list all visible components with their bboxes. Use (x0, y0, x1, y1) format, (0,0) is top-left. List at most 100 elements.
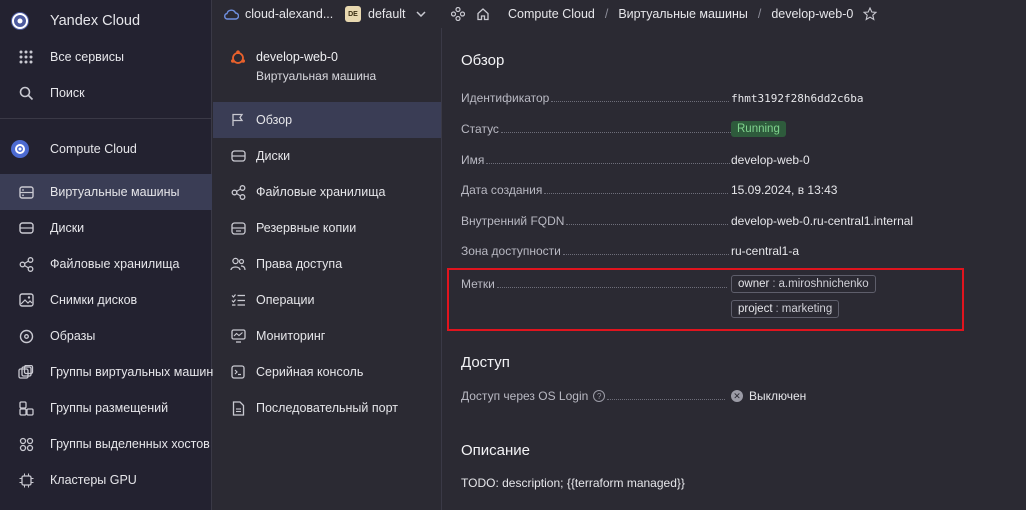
leader-dots (566, 223, 729, 225)
folder-name: default (368, 7, 406, 21)
chip-icon (17, 471, 35, 489)
created-row: Дата создания 15.09.2024, в 13:43 (461, 180, 921, 200)
sidebar-item-instance-groups[interactable]: Группы виртуальных машин (0, 354, 213, 390)
sidebar-item-label: Файловые хранилища (50, 257, 180, 271)
fqdn-label: Внутренний FQDN (461, 214, 565, 228)
tab-label: Обзор (256, 113, 293, 127)
resource-hierarchy-button[interactable] (451, 0, 465, 28)
all-services-button[interactable]: Все сервисы (0, 39, 212, 75)
fqdn-row: Внутренний FQDN develop-web-0.ru-central… (461, 211, 921, 231)
folder-selector[interactable]: DE default (345, 0, 426, 28)
tab-monitoring[interactable]: Мониторинг (213, 318, 441, 354)
compute-cloud-icon (11, 140, 29, 158)
tab-backups[interactable]: Резервные копии (213, 210, 441, 246)
service-compute-cloud[interactable]: Compute Cloud (0, 131, 212, 167)
sidebar-item-placement-groups[interactable]: Группы размещений (0, 390, 212, 426)
tab-overview[interactable]: Обзор (213, 102, 441, 138)
disk-icon (17, 219, 35, 237)
share-nodes-icon (17, 255, 35, 273)
zone-value: ru-central1-a (731, 244, 800, 258)
tab-operations[interactable]: Операции (213, 282, 441, 318)
name-row: Имя develop-web-0 (461, 150, 921, 170)
id-value[interactable]: fhmt3192f28h6dd2c6ba (731, 92, 863, 105)
left-sidebar: Yandex Cloud Все сервисы Поиск Compute C… (0, 0, 213, 510)
home-icon (476, 7, 490, 21)
top-bar: cloud-alexand... DE default Compute Clou… (213, 0, 1026, 28)
sidebar-item-vms[interactable]: Виртуальные машины (0, 174, 212, 210)
sidebar-item-label: Диски (50, 221, 85, 235)
flag-icon (230, 112, 246, 128)
oslogin-row: Доступ через OS Login ? ✕ Выключен (461, 386, 921, 406)
tab-disks[interactable]: Диски (213, 138, 441, 174)
all-services-label: Все сервисы (50, 50, 125, 64)
oslogin-value-wrap: ✕ Выключен (731, 389, 806, 403)
leader-dots (544, 192, 729, 194)
sidebar-item-disks[interactable]: Диски (0, 210, 212, 246)
search-label: Поиск (50, 86, 85, 100)
star-icon[interactable] (863, 7, 878, 21)
sidebar-item-host-groups[interactable]: Группы выделенных хостов (0, 426, 212, 462)
home-button[interactable] (476, 0, 490, 28)
list-check-icon (230, 292, 246, 308)
breadcrumb: Compute Cloud / Виртуальные машины / dev… (508, 0, 878, 28)
fqdn-value[interactable]: develop-web-0.ru-central1.internal (731, 214, 913, 228)
sidebar-item-gpu-clusters[interactable]: Кластеры GPU (0, 462, 212, 498)
status-label: Статус (461, 122, 499, 136)
hosts-icon (17, 435, 35, 453)
cloud-selector[interactable]: cloud-alexand... (223, 0, 333, 28)
terminal-icon (230, 364, 246, 380)
tab-serial-console[interactable]: Серийная консоль (213, 354, 441, 390)
oslogin-value: Выключен (749, 389, 807, 403)
description-heading: Описание (461, 442, 531, 459)
hierarchy-icon (451, 7, 465, 21)
id-label: Идентификатор (461, 91, 550, 105)
cloud-name: cloud-alexand... (245, 7, 334, 21)
name-value: develop-web-0 (731, 153, 810, 167)
leader-dots (551, 100, 730, 102)
breadcrumb-separator: / (757, 7, 762, 21)
tab-serial-port[interactable]: Последовательный порт (213, 390, 441, 426)
service-label: Compute Cloud (50, 142, 137, 156)
oslogin-label: Доступ через OS Login (461, 389, 589, 403)
ubuntu-icon (230, 50, 246, 66)
status-badge: Running (731, 121, 786, 137)
leader-dots (500, 131, 733, 133)
yandex-cloud-logo-icon (11, 12, 29, 30)
layers-icon (17, 327, 35, 345)
access-heading: Доступ (461, 354, 510, 371)
sidebar-item-snapshots[interactable]: Снимки дисков (0, 282, 212, 318)
sidebar-item-label: Группы выделенных хостов (50, 437, 210, 451)
breadcrumb-compute-cloud[interactable]: Compute Cloud (508, 7, 595, 21)
vm-name: develop-web-0 (256, 50, 338, 64)
help-icon[interactable]: ? (593, 390, 606, 402)
tab-label: Мониторинг (256, 329, 326, 343)
cloud-icon (223, 8, 239, 20)
overview-heading: Обзор (461, 52, 505, 69)
vm-type: Виртуальная машина (256, 69, 377, 83)
placement-icon (17, 399, 35, 417)
disk-icon (230, 148, 246, 164)
id-row: Идентификатор fhmt3192f28h6dd2c6ba (461, 88, 921, 108)
tab-file-storages[interactable]: Файловые хранилища (213, 174, 441, 210)
tab-label: Серийная консоль (256, 365, 364, 379)
zone-row: Зона доступности ru-central1-a (461, 241, 921, 261)
sidebar-divider (0, 118, 212, 119)
sidebar-item-file-storages[interactable]: Файловые хранилища (0, 246, 212, 282)
sidebar-item-images[interactable]: Образы (0, 318, 212, 354)
brand-link[interactable]: Yandex Cloud (0, 3, 212, 39)
brand-name: Yandex Cloud (50, 13, 141, 29)
tab-access-rights[interactable]: Права доступа (213, 246, 441, 282)
zone-label: Зона доступности (461, 244, 561, 258)
folder-badge: DE (345, 6, 361, 22)
users-icon (230, 256, 246, 272)
share-nodes-icon (230, 184, 246, 200)
breadcrumb-separator: / (604, 7, 609, 21)
monitor-icon (230, 328, 246, 344)
created-value: 15.09.2024, в 13:43 (731, 183, 838, 197)
breadcrumb-vms[interactable]: Виртуальные машины (618, 7, 748, 21)
vm-subnav: develop-web-0 Виртуальная машина Обзор Д… (213, 28, 442, 510)
status-row: Статус (461, 119, 921, 139)
search-button[interactable]: Поиск (0, 75, 212, 111)
tab-label: Файловые хранилища (256, 185, 386, 199)
image-icon (17, 291, 35, 309)
